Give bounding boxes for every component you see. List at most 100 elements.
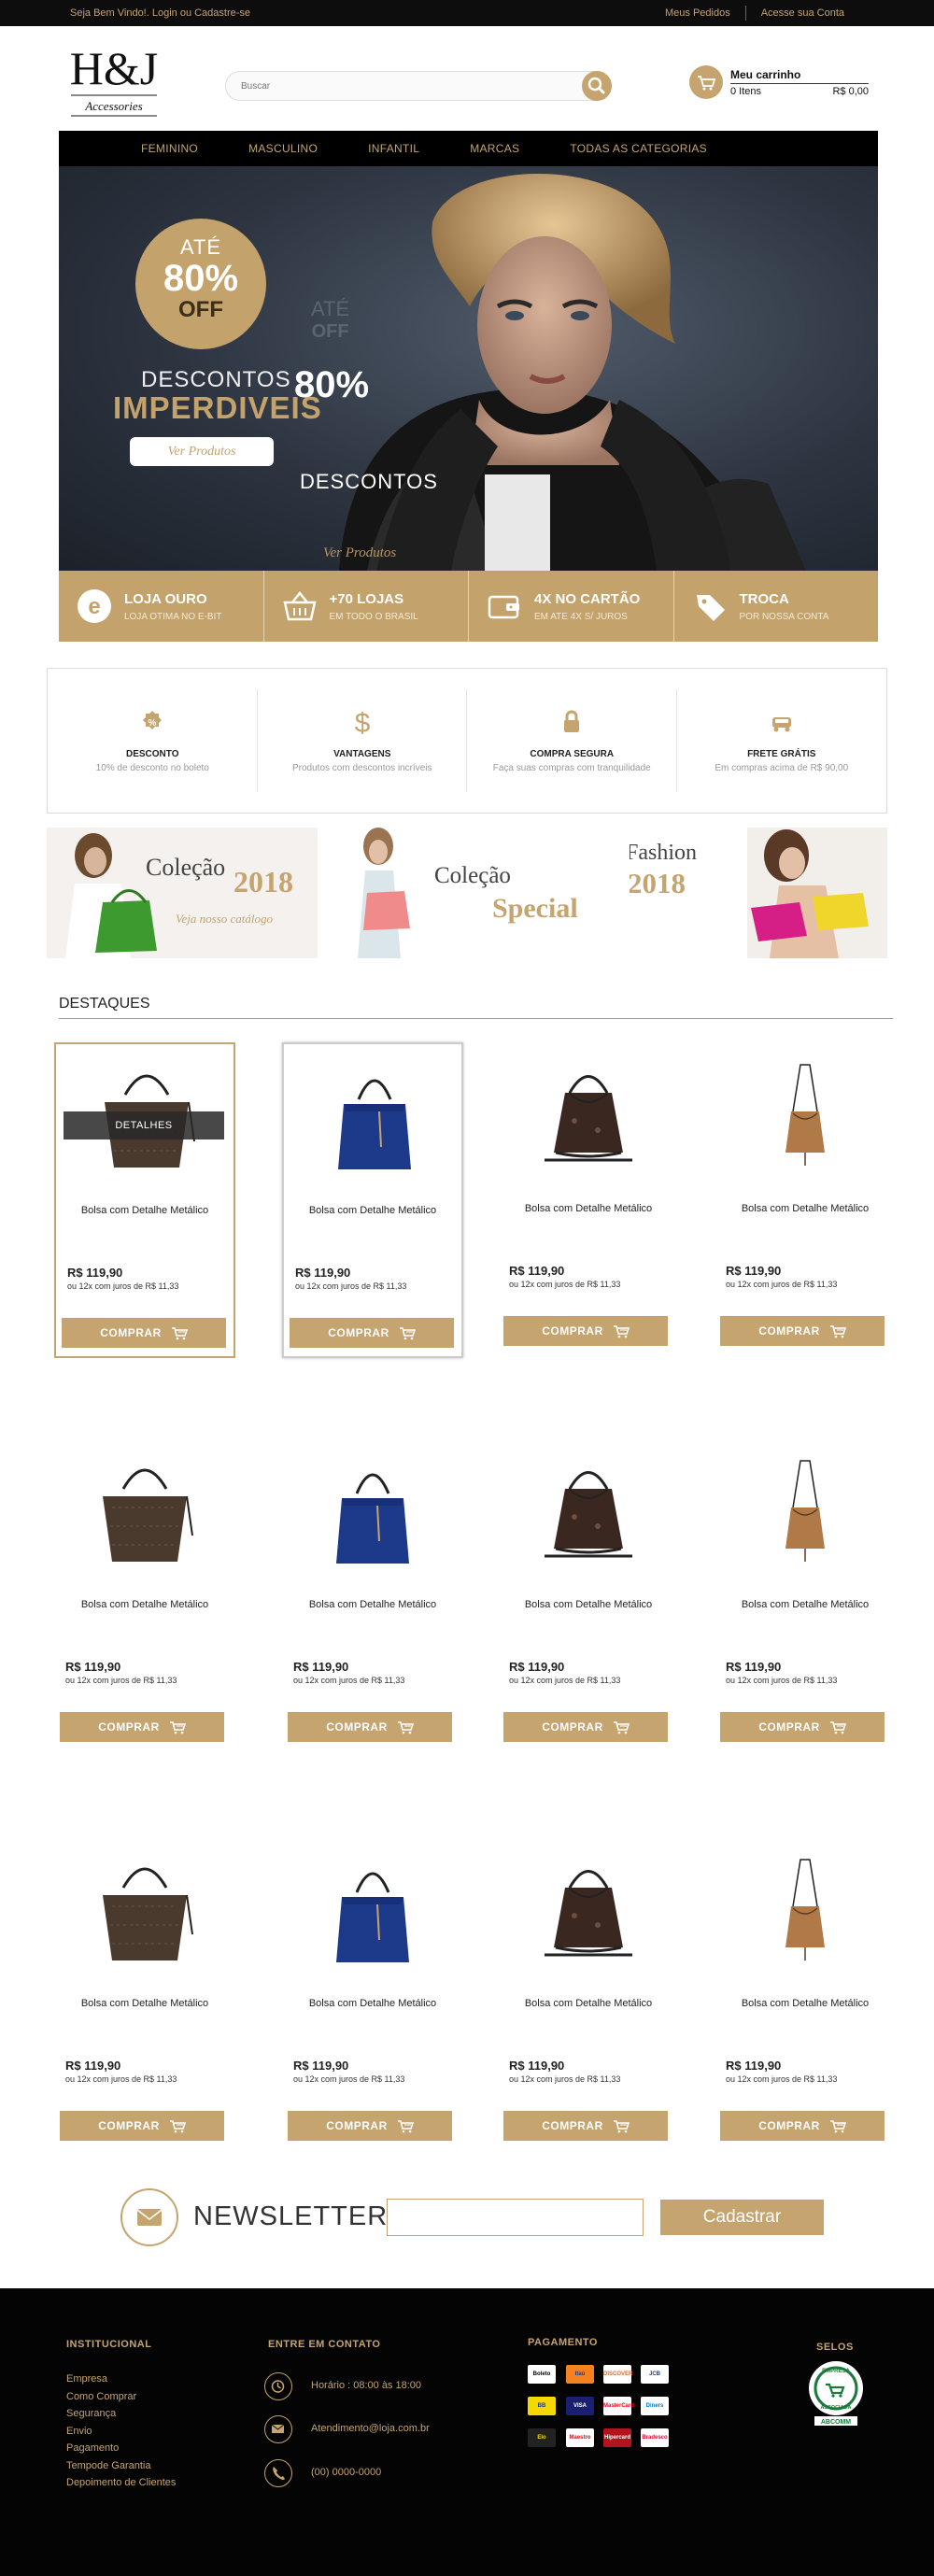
product-card[interactable]: Bolsa com Detalhe Metálico R$ 119,90 ou 12… — [498, 1438, 679, 1754]
cart-icon — [397, 2120, 414, 2133]
seal-bottom-text: ASSOCIADA — [820, 2405, 851, 2411]
search-button[interactable] — [582, 71, 612, 101]
nav-todas-categorias[interactable]: TODAS AS CATEGORIAS — [570, 142, 707, 155]
search-icon — [587, 77, 605, 94]
hero-banner[interactable]: ATÉ 80% OFF ATÉ OFF 80% DESCONTOS IMPERD… — [59, 166, 878, 571]
benefit-sub: LOJA OTIMA NO E-BIT — [124, 612, 222, 622]
product-name[interactable]: Bolsa com Detalhe Metálico — [498, 1203, 679, 1214]
payment-badge: Maestro — [566, 2428, 594, 2447]
product-image[interactable] — [528, 1055, 649, 1177]
product-image[interactable] — [84, 1451, 205, 1573]
buy-button-label: COMPRAR — [326, 1720, 388, 1734]
product-card[interactable]: Bolsa com Detalhe Metálico R$ 119,90 ou 12… — [54, 1837, 235, 2153]
product-image[interactable] — [312, 1451, 433, 1573]
buy-button[interactable]: COMPRAR — [60, 1712, 224, 1742]
product-card[interactable]: Bolsa com Detalhe Metálico R$ 119,90 ou 12… — [282, 1438, 463, 1754]
product-image[interactable] — [314, 1057, 435, 1179]
product-image[interactable] — [744, 1055, 866, 1177]
search-input[interactable] — [226, 72, 562, 100]
buy-button[interactable]: COMPRAR — [62, 1318, 226, 1348]
details-overlay-button[interactable]: DETALHES — [64, 1111, 224, 1139]
payment-badge: BB — [528, 2397, 556, 2415]
product-name[interactable]: Bolsa com Detalhe Metálico — [715, 1599, 896, 1610]
product-name[interactable]: Bolsa com Detalhe Metálico — [498, 1998, 679, 2009]
store-logo[interactable]: H&J Accessories — [65, 39, 163, 120]
footer-link-envio[interactable]: Envio — [66, 2423, 176, 2441]
banner-colecao-2018[interactable]: Coleção 2018 Veja nosso catálogo — [47, 828, 318, 958]
hero-ghost-descontos: DESCONTOS — [300, 470, 438, 493]
newsletter-subscribe-button[interactable]: Cadastrar — [660, 2200, 824, 2235]
buy-button[interactable]: COMPRAR — [288, 2111, 452, 2141]
newsletter-email-input[interactable] — [387, 2199, 644, 2236]
nav-infantil[interactable]: INFANTIL — [368, 142, 419, 155]
buy-button[interactable]: COMPRAR — [720, 1316, 884, 1346]
my-orders-link[interactable]: Meus Pedidos — [650, 7, 745, 21]
contact-phone[interactable]: (00) 0000-0000 — [264, 2459, 470, 2491]
nav-masculino[interactable]: MASCULINO — [248, 142, 318, 155]
product-image[interactable] — [528, 1451, 649, 1573]
basket-icon — [282, 590, 317, 621]
product-image[interactable] — [84, 1850, 205, 1972]
buy-button[interactable]: COMPRAR — [290, 1318, 454, 1348]
feature-sub: Faça suas compras com tranquilidade — [492, 763, 651, 773]
welcome-login-link[interactable]: Seja Bem Vindo!. Login ou Cadastre-se — [70, 7, 250, 19]
buy-button[interactable]: COMPRAR — [503, 2111, 668, 2141]
feature-title: VANTAGENS — [333, 749, 391, 759]
product-name[interactable]: Bolsa com Detalhe Metálico — [54, 1599, 235, 1610]
product-image[interactable] — [528, 1850, 649, 1972]
product-card[interactable]: Bolsa com Detalhe Metálico R$ 119,90 ou 12… — [715, 1042, 896, 1358]
account-link[interactable]: Acesse sua Conta — [746, 7, 859, 21]
product-name[interactable]: Bolsa com Detalhe Metálico — [284, 1205, 461, 1216]
buy-button[interactable]: COMPRAR — [503, 1712, 668, 1742]
payment-badge: Boleto — [528, 2365, 556, 2384]
footer-link-depoimentos[interactable]: Depoimento de Clientes — [66, 2474, 176, 2492]
hero-cta-button[interactable]: Ver Produtos — [130, 437, 274, 466]
cart-icon — [613, 2120, 630, 2133]
footer-link-garantia[interactable]: Tempode Garantia — [66, 2457, 176, 2475]
contact-email[interactable]: Atendimento@loja.com.br — [264, 2415, 470, 2447]
product-image[interactable] — [744, 1451, 866, 1573]
footer-link-como-comprar[interactable]: Como Comprar — [66, 2388, 176, 2406]
product-name[interactable]: Bolsa com Detalhe Metálico — [56, 1205, 234, 1216]
product-card[interactable]: Bolsa com Detalhe Metálico R$ 119,90 ou 12… — [715, 1438, 896, 1754]
buy-button[interactable]: COMPRAR — [720, 2111, 884, 2141]
hero-descontos: DESCONTOS — [141, 367, 291, 392]
product-name[interactable]: Bolsa com Detalhe Metálico — [498, 1599, 679, 1610]
product-installments: ou 12x com juros de R$ 11,33 — [509, 1280, 621, 1289]
clock-icon — [264, 2372, 292, 2400]
buy-button[interactable]: COMPRAR — [60, 2111, 224, 2141]
abcomm-seal[interactable]: EMPRESA ASSOCIADA ABCOMM — [807, 2358, 865, 2427]
mail-icon — [264, 2415, 292, 2443]
product-name[interactable]: Bolsa com Detalhe Metálico — [282, 1599, 463, 1610]
footer-link-seguranca[interactable]: Segurança — [66, 2405, 176, 2423]
buy-button[interactable]: COMPRAR — [288, 1712, 452, 1742]
product-price: R$ 119,90 — [65, 2059, 121, 2073]
product-card[interactable]: Bolsa com Detalhe Metálico R$ 119,90 ou 12… — [498, 1042, 679, 1358]
product-card[interactable]: DETALHES Bolsa com Detalhe Metálico R$ 119… — [54, 1042, 235, 1358]
product-name[interactable]: Bolsa com Detalhe Metálico — [715, 1203, 896, 1214]
product-name[interactable]: Bolsa com Detalhe Metálico — [54, 1998, 235, 2009]
product-image[interactable] — [312, 1850, 433, 1972]
banner-colecao-special[interactable]: Coleção Special — [332, 828, 602, 958]
product-image[interactable] — [744, 1850, 866, 1972]
product-card[interactable]: Bolsa com Detalhe Metálico R$ 119,90 ou 12… — [498, 1837, 679, 2153]
banner-special: Special — [492, 893, 578, 924]
nav-feminino[interactable]: FEMININO — [141, 142, 198, 155]
buy-button[interactable]: COMPRAR — [720, 1712, 884, 1742]
product-card[interactable]: Bolsa com Detalhe Metálico R$ 119,90 ou 12… — [282, 1837, 463, 2153]
product-card[interactable]: Bolsa com Detalhe Metálico R$ 119,90 ou 12… — [54, 1438, 235, 1754]
footer-link-empresa[interactable]: Empresa — [66, 2371, 176, 2388]
product-name[interactable]: Bolsa com Detalhe Metálico — [715, 1998, 896, 2009]
product-price: R$ 119,90 — [509, 1660, 565, 1674]
banner-fashion-2018[interactable]: Fashion 2018 — [630, 828, 887, 958]
product-card[interactable]: Bolsa com Detalhe Metálico R$ 119,90 ou 12… — [715, 1837, 896, 2153]
feature-frete-gratis: FRETE GRÁTIS Em compras acima de R$ 90,0… — [677, 669, 887, 813]
product-price: R$ 119,90 — [509, 2059, 565, 2073]
buy-button[interactable]: COMPRAR — [503, 1316, 668, 1346]
product-name[interactable]: Bolsa com Detalhe Metálico — [282, 1998, 463, 2009]
mini-cart[interactable]: Meu carrinho 0 Itens R$ 0,00 — [689, 65, 869, 106]
footer-link-pagamento[interactable]: Pagamento — [66, 2440, 176, 2457]
nav-marcas[interactable]: MARCAS — [470, 142, 519, 155]
product-card[interactable]: Bolsa com Detalhe Metálico R$ 119,90 ou 12… — [282, 1042, 463, 1358]
discount-badge: ATÉ 80% OFF — [135, 219, 266, 349]
